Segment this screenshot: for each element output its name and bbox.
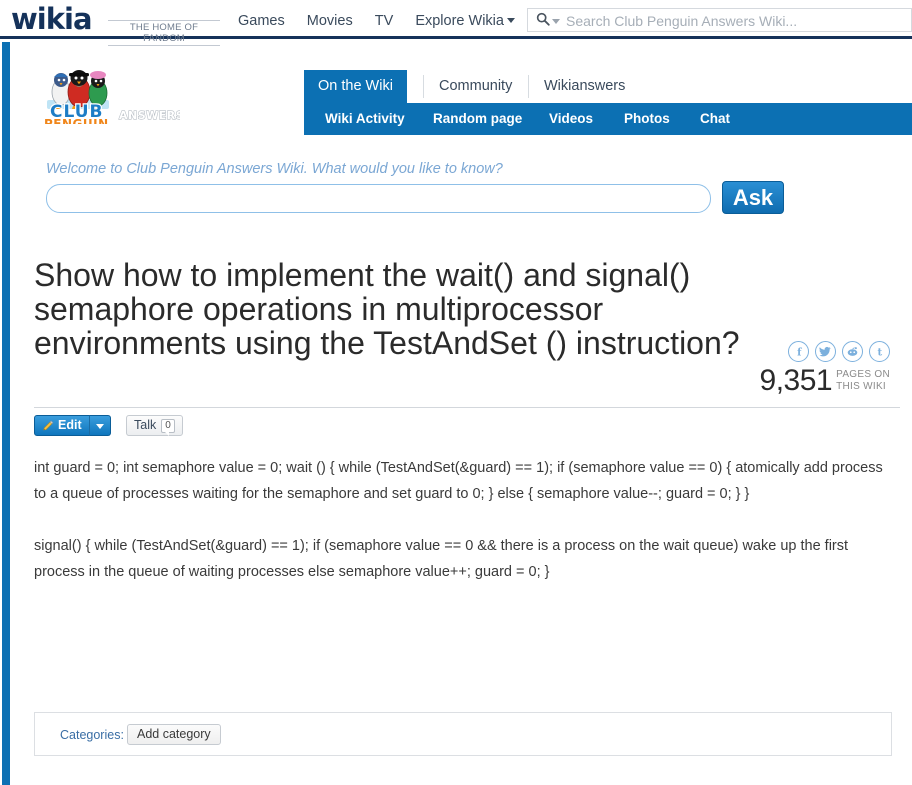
talk-button[interactable]: Talk 0 bbox=[126, 415, 183, 436]
global-navigation-bar: wikia THE HOME OF FANDOM Games Movies TV… bbox=[0, 0, 912, 46]
subnav-photos[interactable]: Photos bbox=[624, 103, 670, 135]
ask-button[interactable]: Ask bbox=[722, 181, 784, 214]
svg-text:ANSWERS: ANSWERS bbox=[119, 109, 180, 122]
pages-count-label: PAGES ON THIS WIKI bbox=[836, 369, 890, 392]
ask-prompt-text: Welcome to Club Penguin Answers Wiki. Wh… bbox=[46, 161, 503, 177]
subnav-videos[interactable]: Videos bbox=[549, 103, 593, 135]
categories-module: Categories: Add category bbox=[34, 712, 892, 756]
twitter-icon[interactable] bbox=[815, 341, 836, 362]
global-nav-explore-wikia[interactable]: Explore Wikia bbox=[415, 13, 515, 29]
chevron-down-icon bbox=[506, 18, 515, 23]
global-nav-movies[interactable]: Movies bbox=[307, 13, 353, 29]
chevron-down-icon bbox=[96, 424, 104, 429]
wiki-subnav: Wiki Activity Random page Videos Photos … bbox=[304, 103, 912, 135]
pages-count-label-line1: PAGES ON bbox=[836, 369, 890, 380]
global-nav-explore-wikia-label: Explore Wikia bbox=[415, 13, 504, 29]
article-paragraph-1: int guard = 0; int semaphore value = 0; … bbox=[34, 460, 883, 502]
page-root: wikia THE HOME OF FANDOM Games Movies TV… bbox=[0, 0, 912, 785]
article-body: int guard = 0; int semaphore value = 0; … bbox=[34, 455, 892, 611]
svg-text:f: f bbox=[797, 346, 802, 358]
article-paragraph-2: signal() { while (TestAndSet(&guard) == … bbox=[34, 538, 849, 580]
wiki-navigation: On the Wiki Community Wikianswers Wiki A… bbox=[304, 70, 912, 135]
tab-separator-2 bbox=[528, 75, 529, 98]
ask-question-input[interactable] bbox=[46, 184, 711, 213]
social-share-buttons: f t bbox=[788, 341, 890, 362]
edit-dropdown-button[interactable] bbox=[89, 415, 111, 436]
wiki-nav-tabs: On the Wiki Community Wikianswers bbox=[304, 70, 912, 103]
svg-text:PENGUIN: PENGUIN bbox=[44, 117, 109, 124]
add-category-button[interactable]: Add category bbox=[127, 724, 221, 745]
global-search-box[interactable] bbox=[527, 8, 912, 33]
search-icon bbox=[536, 12, 550, 26]
subnav-chat[interactable]: Chat bbox=[700, 103, 730, 135]
global-nav-links: Games Movies TV Explore Wikia bbox=[238, 13, 515, 29]
categories-label: Categories: bbox=[60, 728, 124, 742]
tab-on-the-wiki[interactable]: On the Wiki bbox=[304, 70, 407, 103]
svg-text:t: t bbox=[877, 347, 882, 358]
talk-button-label: Talk bbox=[134, 418, 157, 432]
page-title: Show how to implement the wait() and sig… bbox=[34, 257, 740, 361]
subnav-random-page[interactable]: Random page bbox=[433, 103, 522, 135]
global-nav-games[interactable]: Games bbox=[238, 13, 285, 29]
tab-wikianswers[interactable]: Wikianswers bbox=[530, 70, 639, 103]
tab-separator-1 bbox=[423, 75, 424, 98]
search-scope-chevron-icon[interactable] bbox=[552, 19, 560, 24]
left-rail-stripe bbox=[2, 42, 10, 785]
pencil-icon bbox=[43, 420, 54, 430]
talk-count-badge: 0 bbox=[161, 418, 175, 436]
wikia-logo[interactable]: wikia bbox=[11, 5, 93, 34]
tab-community[interactable]: Community bbox=[425, 70, 526, 103]
reddit-icon[interactable] bbox=[842, 341, 863, 362]
subnav-wiki-activity[interactable]: Wiki Activity bbox=[325, 103, 405, 135]
wiki-pages-stat: 9,351 PAGES ON THIS WIKI bbox=[760, 366, 890, 396]
title-divider bbox=[34, 407, 900, 408]
pages-count-label-line2: THIS WIKI bbox=[836, 380, 887, 392]
club-penguin-answers-logo[interactable]: CLUB PENGUIN ANSWERS bbox=[35, 58, 180, 124]
tumblr-icon[interactable]: t bbox=[869, 341, 890, 362]
global-search-input[interactable] bbox=[564, 9, 908, 33]
pages-count-number: 9,351 bbox=[759, 364, 833, 397]
global-nav-tv[interactable]: TV bbox=[375, 13, 394, 29]
facebook-icon[interactable]: f bbox=[788, 341, 809, 362]
edit-button-label: Edit bbox=[58, 418, 82, 432]
edit-button[interactable]: Edit bbox=[34, 415, 92, 436]
